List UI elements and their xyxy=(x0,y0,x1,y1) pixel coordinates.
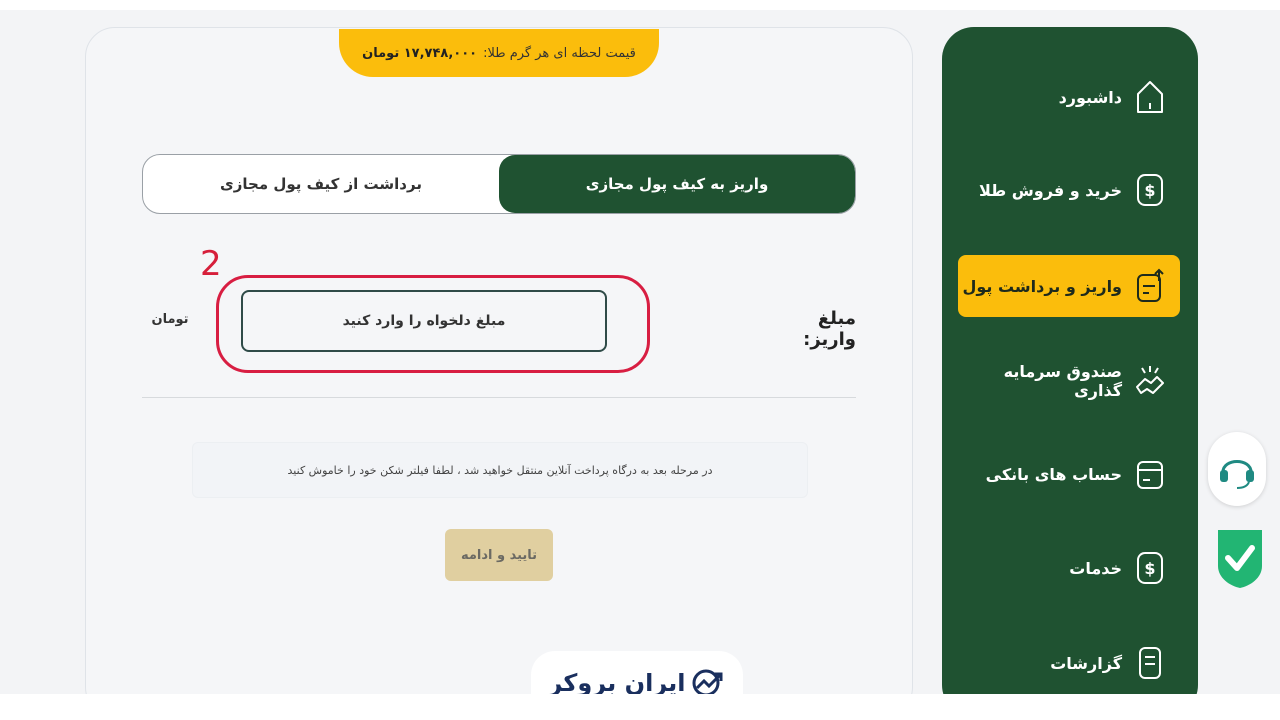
gold-price-label: قیمت لحظه ای هر گرم طلا: xyxy=(483,45,636,61)
handshake-icon xyxy=(1134,363,1166,399)
support-button[interactable] xyxy=(1208,432,1266,506)
sidebar-item-label: خدمات xyxy=(1069,558,1122,578)
sidebar-item-bank-accounts[interactable]: حساب های بانکی xyxy=(958,443,1180,505)
headset-icon xyxy=(1220,460,1254,489)
brand-name: ایران بروکر xyxy=(548,669,686,697)
divider xyxy=(142,397,856,398)
sidebar-item-label: داشبورد xyxy=(1058,87,1122,107)
currency-label: تومان xyxy=(151,312,189,327)
sidebar-item-label: خرید و فروش طلا xyxy=(978,180,1122,200)
sidebar-item-investment-fund[interactable]: صندوق سرمایه گذاری xyxy=(958,350,1180,412)
wallet-transfer-icon xyxy=(1134,268,1166,304)
tab-deposit[interactable]: واریز به کیف پول مجازی xyxy=(499,155,855,213)
sidebar-item-label: صندوق سرمایه گذاری xyxy=(1003,362,1122,400)
tab-withdraw[interactable]: برداشت از کیف پول مجازی xyxy=(143,155,499,213)
amount-input[interactable] xyxy=(241,290,607,352)
home-icon xyxy=(1134,79,1166,115)
gold-price-banner: قیمت لحظه ای هر گرم طلا: ۱۷,۷۴۸,۰۰۰ توما… xyxy=(339,29,659,77)
gold-price-value: ۱۷,۷۴۸,۰۰۰ تومان xyxy=(362,45,478,61)
amount-label: مبلغ واریز: xyxy=(803,308,856,350)
dollar-icon: $ xyxy=(1134,172,1166,208)
svg-text:$: $ xyxy=(1144,181,1155,200)
sidebar-item-label: حساب های بانکی xyxy=(985,464,1122,484)
sidebar-item-label: گزارشات xyxy=(1050,653,1122,673)
top-bar xyxy=(0,0,1280,10)
gateway-notice: در مرحله بعد به درگاه پرداخت آنلاین منتق… xyxy=(192,442,808,498)
sidebar-item-deposit-withdraw[interactable]: واریز و برداشت پول xyxy=(958,255,1180,317)
sidebar-item-gold-trade[interactable]: خرید و فروش طلا $ xyxy=(958,159,1180,221)
dollar-icon: $ xyxy=(1134,550,1166,586)
sidebar-item-label: واریز و برداشت پول xyxy=(962,276,1122,296)
sidebar-item-reports[interactable]: گزارشات xyxy=(958,632,1180,694)
card-icon xyxy=(1134,456,1166,492)
sidebar-item-dashboard[interactable]: داشبورد xyxy=(958,66,1180,128)
bottom-strip xyxy=(0,694,1280,720)
wallet-tabs: برداشت از کیف پول مجازی واریز به کیف پول… xyxy=(142,154,856,214)
svg-text:$: $ xyxy=(1144,559,1155,578)
report-icon xyxy=(1134,645,1166,681)
confirm-button[interactable]: تایید و ادامه xyxy=(445,529,553,581)
check-badge-icon[interactable] xyxy=(1216,526,1264,590)
step-number: 2 xyxy=(200,244,222,284)
sidebar-item-services[interactable]: خدمات $ xyxy=(958,537,1180,599)
